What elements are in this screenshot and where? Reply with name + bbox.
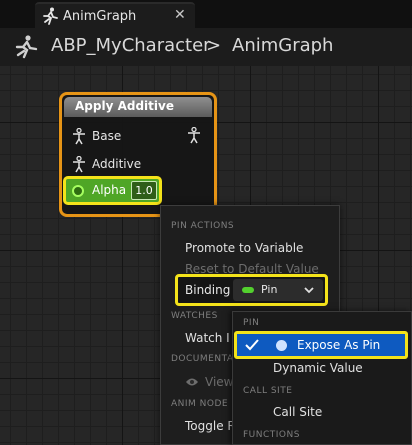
running-character-icon xyxy=(43,7,58,25)
expose-as-pin-label: Expose As Pin xyxy=(297,338,381,352)
alpha-pin-label: Alpha xyxy=(92,183,127,197)
tab-label: AnimGraph xyxy=(63,9,137,24)
eye-icon xyxy=(186,378,198,386)
radio-dot-icon xyxy=(276,340,287,351)
chevron-down-icon xyxy=(304,287,314,294)
promote-to-variable-item[interactable]: Promote to Variable xyxy=(185,241,303,255)
watch-item[interactable]: Watch I xyxy=(185,331,230,345)
section-header: PIN xyxy=(243,318,260,328)
binding-label: Binding xyxy=(185,283,231,297)
running-character-icon xyxy=(15,35,38,59)
tab-animgraph[interactable]: AnimGraph ✕ xyxy=(35,2,195,28)
pin-swatch-icon xyxy=(242,287,254,293)
section-header: WATCHES xyxy=(171,311,218,321)
node-header[interactable]: Apply Additive xyxy=(64,97,212,117)
call-site-item[interactable]: Call Site xyxy=(273,405,322,419)
section-header: CALL SITE xyxy=(243,386,293,396)
section-header: ANIM NODE xyxy=(171,399,229,409)
toggle-item[interactable]: Toggle R xyxy=(185,419,236,433)
dynamic-value-item[interactable]: Dynamic Value xyxy=(273,361,363,375)
pose-pin-icon xyxy=(73,156,85,173)
float-pin-icon[interactable] xyxy=(72,185,84,197)
alpha-value-input[interactable]: 1.0 xyxy=(131,181,157,200)
tab-strip: AnimGraph ✕ xyxy=(0,0,412,28)
close-icon[interactable]: ✕ xyxy=(174,7,186,23)
checkmark-icon xyxy=(245,339,259,351)
section-header: PIN ACTIONS xyxy=(171,221,235,231)
binding-dropdown[interactable]: Pin xyxy=(233,279,323,301)
binding-value: Pin xyxy=(261,283,278,296)
breadcrumb-blueprint[interactable]: ABP_MyCharacter xyxy=(51,35,211,56)
breadcrumb: ABP_MyCharacter > AnimGraph xyxy=(0,28,412,66)
pose-pin-icon xyxy=(73,128,85,145)
section-header: DOCUMENTA xyxy=(171,354,234,364)
breadcrumb-graph[interactable]: AnimGraph xyxy=(232,35,333,56)
breadcrumb-separator: > xyxy=(206,35,222,56)
alpha-pin[interactable]: Alpha 1.0 xyxy=(63,176,162,205)
section-header: FUNCTIONS xyxy=(243,430,300,440)
view-docs-item: View xyxy=(205,375,234,389)
expose-as-pin-item[interactable]: Expose As Pin xyxy=(234,331,408,359)
additive-pin-label: Additive xyxy=(92,157,142,171)
binding-row[interactable]: Binding Pin xyxy=(175,274,328,306)
node-title: Apply Additive xyxy=(75,99,174,113)
output-pose-pin-icon[interactable] xyxy=(187,127,201,144)
base-pin-label: Base xyxy=(92,129,122,143)
